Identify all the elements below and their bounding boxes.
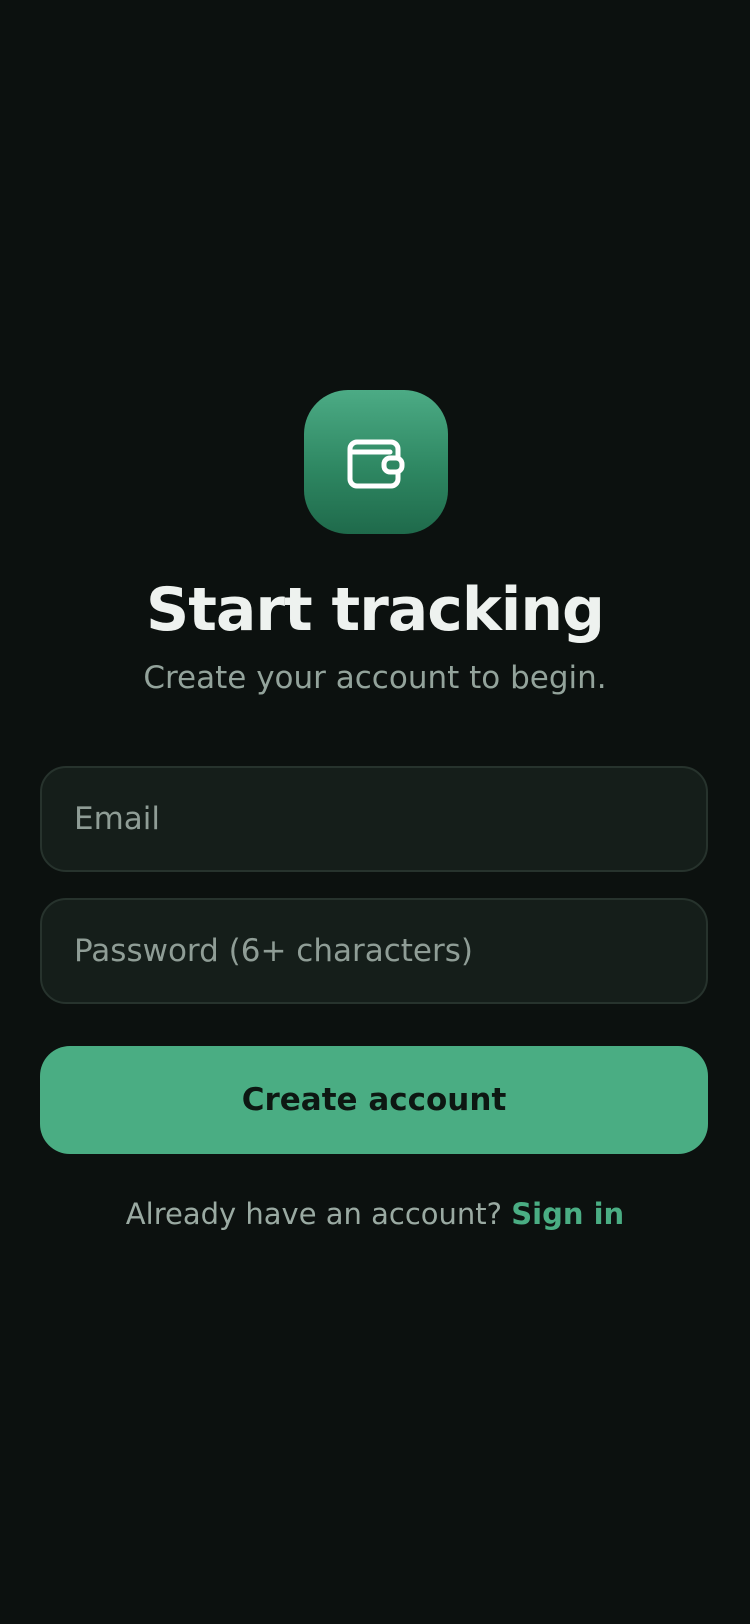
- password-field[interactable]: [40, 898, 708, 1004]
- app-logo: [304, 390, 448, 534]
- create-account-button[interactable]: Create account: [40, 1046, 708, 1154]
- email-field[interactable]: [40, 766, 708, 872]
- sign-up-screen: Start tracking Create your account to be…: [0, 0, 750, 1624]
- sign-in-prompt: Already have an account? Sign in: [0, 1192, 750, 1236]
- sign-in-link[interactable]: Sign in: [511, 1197, 624, 1231]
- page-title: Start tracking: [145, 575, 605, 645]
- wallet-icon: [346, 432, 406, 492]
- sign-in-prompt-text: Already have an account?: [125, 1197, 503, 1231]
- page-subtitle: Create your account to begin.: [143, 660, 607, 696]
